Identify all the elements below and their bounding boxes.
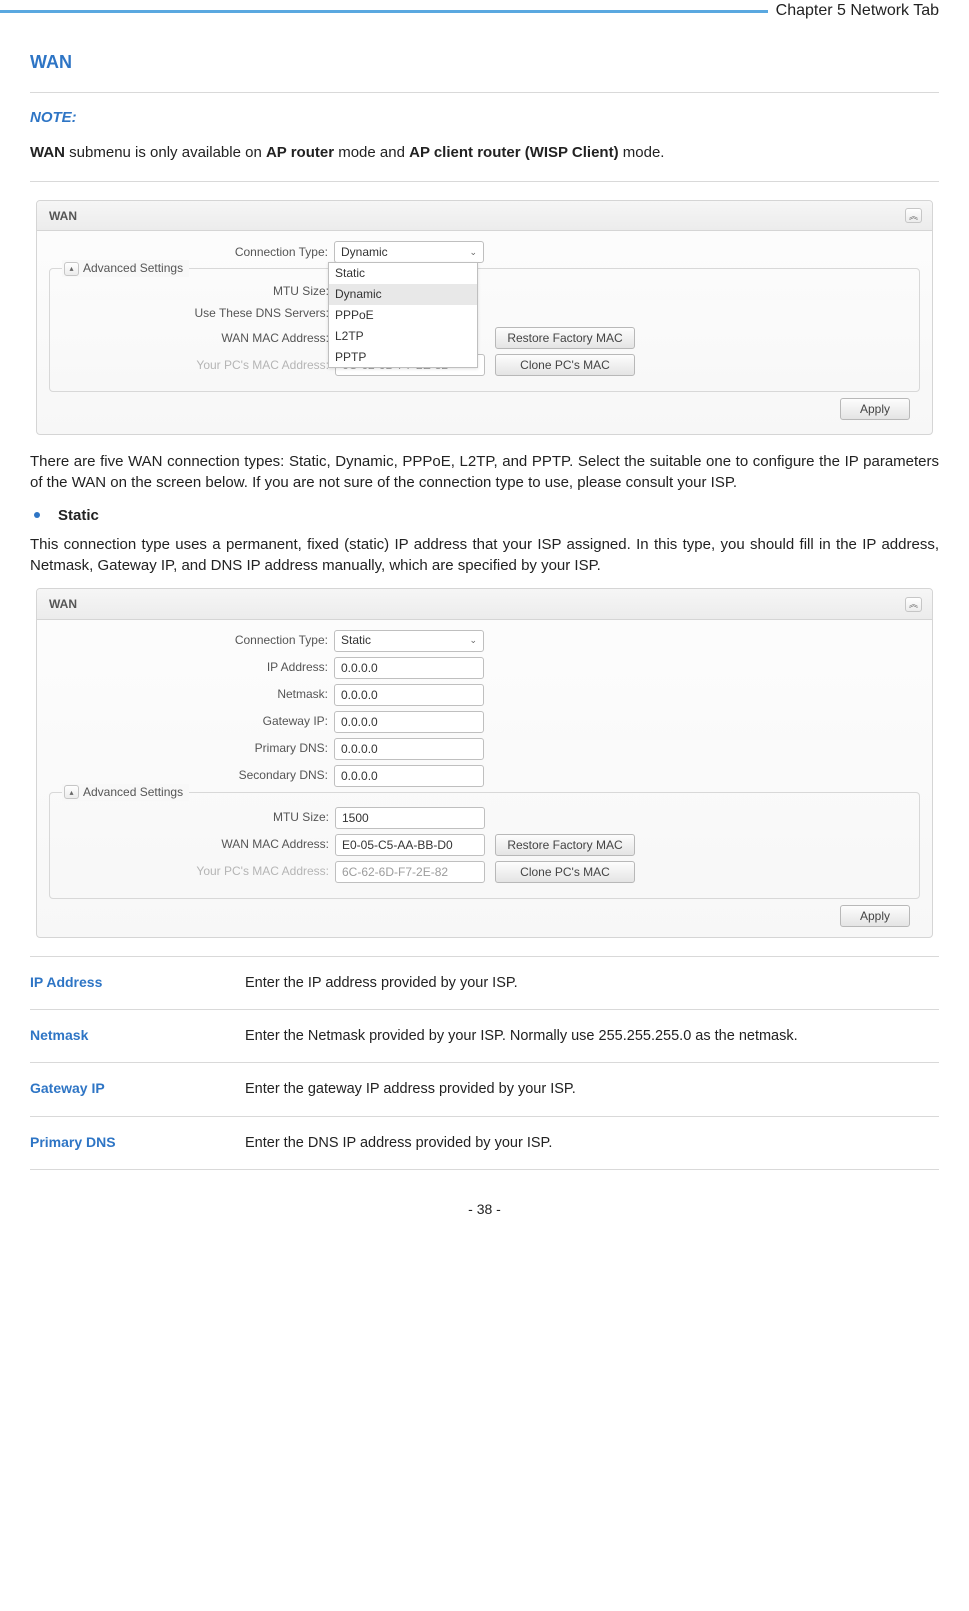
connection-type-select[interactable]: Static ⌄ xyxy=(334,630,484,652)
wan-mac-label: WAN MAC Address: xyxy=(50,330,335,347)
panel-title: WAN xyxy=(49,208,77,225)
note-bold-1: WAN xyxy=(30,144,65,161)
mtu-field[interactable] xyxy=(335,807,485,829)
connection-type-label: Connection Type: xyxy=(49,244,334,261)
collapse-icon[interactable]: ︽ xyxy=(905,208,922,223)
note-label: NOTE: xyxy=(30,107,939,128)
apply-button[interactable]: Apply xyxy=(840,398,910,420)
static-heading: Static xyxy=(58,505,99,526)
advanced-collapse-icon[interactable]: ▴ xyxy=(64,262,79,276)
wan-panel-static: WAN ︽ Connection Type: Static ⌄ IP Addre… xyxy=(36,588,933,938)
panel-title: WAN xyxy=(49,596,77,613)
advanced-collapse-icon[interactable]: ▴ xyxy=(64,785,79,799)
netmask-label: Netmask: xyxy=(49,686,334,703)
connection-type-options: Static Dynamic PPPoE L2TP PPTP xyxy=(328,262,478,368)
def-desc-netmask: Enter the Netmask provided by your ISP. … xyxy=(245,1026,939,1046)
def-term-netmask: Netmask xyxy=(30,1026,245,1046)
primary-dns-field[interactable] xyxy=(334,738,484,760)
chevron-down-icon: ⌄ xyxy=(469,634,477,647)
def-desc-ip: Enter the IP address provided by your IS… xyxy=(245,973,939,993)
def-desc-pdns: Enter the DNS IP address provided by you… xyxy=(245,1133,939,1153)
note-block: NOTE: WAN submenu is only available on A… xyxy=(30,92,939,182)
restore-mac-button[interactable]: Restore Factory MAC xyxy=(495,834,635,856)
def-term-ip: IP Address xyxy=(30,973,245,993)
chapter-header: Chapter 5 Network Tab xyxy=(0,0,969,22)
clone-mac-button[interactable]: Clone PC's MAC xyxy=(495,354,635,376)
wan-mac-field[interactable] xyxy=(335,834,485,856)
clone-mac-button[interactable]: Clone PC's MAC xyxy=(495,861,635,883)
mtu-label: MTU Size: xyxy=(50,283,335,300)
bullet-icon xyxy=(34,512,40,518)
netmask-field[interactable] xyxy=(334,684,484,706)
secondary-dns-label: Secondary DNS: xyxy=(49,767,334,784)
wan-panel-dynamic: WAN ︽ Connection Type: Dynamic ⌄ Static … xyxy=(36,200,933,435)
advanced-settings-label: Advanced Settings xyxy=(83,784,183,801)
header-rule xyxy=(0,10,768,13)
connection-type-label: Connection Type: xyxy=(49,632,334,649)
gateway-ip-label: Gateway IP: xyxy=(49,713,334,730)
advanced-settings-legend: ▴ Advanced Settings xyxy=(62,260,189,277)
wan-mac-label: WAN MAC Address: xyxy=(50,836,335,853)
definition-row: Primary DNS Enter the DNS IP address pro… xyxy=(30,1116,939,1170)
panel-header: WAN ︽ xyxy=(37,201,932,232)
intro-paragraph: There are five WAN connection types: Sta… xyxy=(30,451,939,493)
apply-button[interactable]: Apply xyxy=(840,905,910,927)
ip-address-field[interactable] xyxy=(334,657,484,679)
connection-type-select[interactable]: Dynamic ⌄ xyxy=(334,241,484,263)
primary-dns-label: Primary DNS: xyxy=(49,740,334,757)
def-term-pdns: Primary DNS xyxy=(30,1133,245,1153)
dns-label: Use These DNS Servers: xyxy=(50,305,335,322)
ip-address-label: IP Address: xyxy=(49,659,334,676)
secondary-dns-field[interactable] xyxy=(334,765,484,787)
option-pptp[interactable]: PPTP xyxy=(329,347,477,368)
static-bullet: Static xyxy=(34,505,939,526)
pc-mac-label: Your PC's MAC Address: xyxy=(50,357,335,374)
connection-type-value: Dynamic xyxy=(341,244,388,261)
gateway-ip-field[interactable] xyxy=(334,711,484,733)
mtu-label: MTU Size: xyxy=(50,809,335,826)
chapter-title: Chapter 5 Network Tab xyxy=(768,0,969,22)
definition-row: Gateway IP Enter the gateway IP address … xyxy=(30,1062,939,1115)
restore-mac-button[interactable]: Restore Factory MAC xyxy=(495,327,635,349)
connection-type-value: Static xyxy=(341,632,371,649)
option-l2tp[interactable]: L2TP xyxy=(329,326,477,347)
advanced-settings-fieldset: ▴ Advanced Settings MTU Size: WAN MAC Ad… xyxy=(49,792,920,899)
definition-row: Netmask Enter the Netmask provided by yo… xyxy=(30,1009,939,1062)
option-pppoe[interactable]: PPPoE xyxy=(329,305,477,326)
advanced-settings-legend: ▴ Advanced Settings xyxy=(62,784,189,801)
advanced-settings-label: Advanced Settings xyxy=(83,260,183,277)
definitions-table: IP Address Enter the IP address provided… xyxy=(30,956,939,1170)
option-static[interactable]: Static xyxy=(329,263,477,284)
definition-row: IP Address Enter the IP address provided… xyxy=(30,956,939,1009)
chevron-down-icon: ⌄ xyxy=(469,246,477,259)
note-bold-3: AP client router (WISP Client) xyxy=(409,144,618,161)
pc-mac-field xyxy=(335,861,485,883)
pc-mac-label: Your PC's MAC Address: xyxy=(50,863,335,880)
note-bold-2: AP router xyxy=(266,144,334,161)
advanced-settings-fieldset: ▴ Advanced Settings MTU Size: Use These … xyxy=(49,268,920,392)
option-dynamic[interactable]: Dynamic xyxy=(329,284,477,305)
note-text: WAN submenu is only available on AP rout… xyxy=(30,142,939,163)
collapse-icon[interactable]: ︽ xyxy=(905,597,922,612)
page-number: - 38 - xyxy=(30,1200,939,1220)
def-desc-gateway: Enter the gateway IP address provided by… xyxy=(245,1079,939,1099)
static-paragraph: This connection type uses a permanent, f… xyxy=(30,534,939,576)
def-term-gateway: Gateway IP xyxy=(30,1079,245,1099)
panel-header: WAN ︽ xyxy=(37,589,932,620)
section-title: WAN xyxy=(30,50,939,75)
